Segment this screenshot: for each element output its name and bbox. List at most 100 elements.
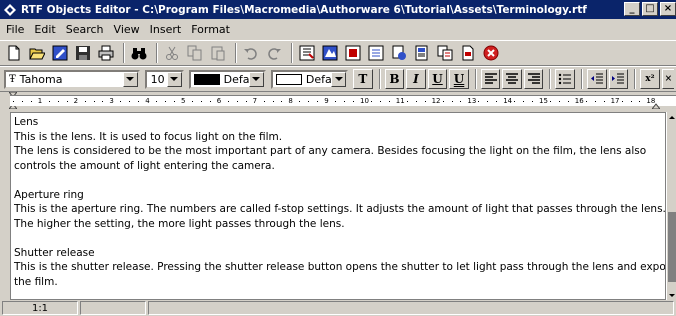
- vertical-scrollbar[interactable]: [666, 112, 676, 300]
- right-indent-marker[interactable]: [652, 103, 660, 109]
- subscript-button[interactable]: ×: [661, 69, 675, 89]
- insert-hotlink-button[interactable]: [389, 43, 409, 63]
- paragraph-line: The lens is considered to be the most im…: [14, 145, 647, 157]
- chevron-down-icon[interactable]: [166, 71, 182, 87]
- ruler-tick: [415, 101, 417, 102]
- rtf-editor-area[interactable]: Lens This is the lens. It is used to focu…: [10, 112, 666, 300]
- open-folder-button[interactable]: [27, 43, 47, 63]
- insert-expression-button[interactable]: [366, 43, 386, 63]
- paragraph-line: controls the amount of light entering th…: [14, 159, 275, 172]
- stop-button[interactable]: [481, 43, 501, 63]
- new-document-button[interactable]: [4, 43, 24, 63]
- ruler-tick: [639, 101, 641, 102]
- toolbar-separator: [123, 43, 125, 63]
- insert-field-button[interactable]: [297, 43, 317, 63]
- ruler-tick: [245, 101, 247, 102]
- cut-scissors-button[interactable]: [162, 43, 182, 63]
- menu-search[interactable]: Search: [62, 23, 110, 36]
- toolbar-separator: [235, 43, 237, 63]
- insert-object-button[interactable]: [343, 43, 363, 63]
- toolbar-separator: [378, 69, 381, 89]
- ruler-tick: [496, 101, 498, 102]
- chevron-down-icon[interactable]: [248, 71, 264, 87]
- increase-indent-button[interactable]: [608, 69, 629, 89]
- ruler-tick: [57, 101, 59, 102]
- ruler-number: 7: [252, 97, 258, 105]
- bold-button[interactable]: B: [384, 69, 405, 89]
- menu-edit[interactable]: Edit: [30, 23, 61, 36]
- insert-page-button[interactable]: [412, 43, 432, 63]
- ruler-tick: [191, 101, 193, 102]
- align-left-button[interactable]: [480, 69, 501, 89]
- ruler-tick: [48, 101, 50, 102]
- undo-button[interactable]: [241, 43, 261, 63]
- menu-bar: File Edit Search View Insert Format: [0, 19, 676, 39]
- insert-copy-button[interactable]: [435, 43, 455, 63]
- font-name-select[interactable]: Ŧ Tahoma: [4, 69, 140, 89]
- align-right-button[interactable]: [523, 69, 544, 89]
- scroll-up-icon[interactable]: [667, 112, 676, 122]
- ruler-tick: [66, 101, 68, 102]
- menu-file[interactable]: File: [2, 23, 30, 36]
- toolbar-separator: [549, 69, 552, 89]
- ruler-number: 15: [539, 97, 548, 105]
- ruler-track: 1 2 3 4 5 6 7 8 9 10 11 12 13 14 15 16 17 18: [10, 95, 676, 106]
- font-dialog-button[interactable]: T: [353, 69, 373, 89]
- ruler-number: 10: [360, 97, 369, 105]
- document-paragraph[interactable]: Shutter release This is the shutter relea…: [14, 246, 665, 290]
- underline-button[interactable]: U: [427, 69, 448, 89]
- toolbar-separator: [474, 69, 477, 89]
- align-center-button[interactable]: [502, 69, 522, 89]
- document-content[interactable]: Lens This is the lens. It is used to focu…: [11, 113, 665, 299]
- ruler-tick: [93, 101, 95, 102]
- scroll-down-icon[interactable]: [667, 290, 676, 300]
- paragraph-heading: Shutter release: [14, 246, 95, 259]
- ruler-tick: [138, 101, 140, 102]
- maximize-button[interactable]: □: [642, 2, 658, 16]
- superscript-button[interactable]: x²: [640, 69, 660, 89]
- italic-button[interactable]: I: [406, 69, 426, 89]
- format-toolbar: Ŧ Tahoma 10 Default Default T B I U U x²: [0, 66, 676, 92]
- scrollbar-thumb[interactable]: [668, 212, 676, 282]
- ruler-number: 6: [216, 97, 222, 105]
- ruler-tick: [388, 101, 390, 102]
- double-underline-button[interactable]: U: [449, 69, 469, 89]
- ruler-tick: [344, 101, 346, 102]
- paragraph-line: This is the lens. It is used to focus li…: [14, 130, 283, 143]
- menu-format[interactable]: Format: [187, 23, 236, 36]
- insert-picture-button[interactable]: [320, 43, 340, 63]
- paste-button[interactable]: [208, 43, 228, 63]
- bullets-button[interactable]: [555, 69, 575, 89]
- find-binoculars-button[interactable]: [129, 43, 149, 63]
- ruler-tick: [406, 101, 408, 102]
- document-paragraph[interactable]: Lens This is the lens. It is used to focu…: [14, 115, 662, 173]
- ruler[interactable]: 1 2 3 4 5 6 7 8 9 10 11 12 13 14 15 16 17 18: [0, 92, 676, 109]
- decrease-indent-button[interactable]: [587, 69, 607, 89]
- menu-insert[interactable]: Insert: [146, 23, 188, 36]
- open-rtf-button[interactable]: [50, 43, 70, 63]
- print-button[interactable]: [96, 43, 116, 63]
- insert-page-break-button[interactable]: [458, 43, 478, 63]
- document-paragraph[interactable]: Aperture ring This is the aperture ring. …: [14, 188, 665, 232]
- ruler-tick: [558, 101, 560, 102]
- text-color-swatch: [193, 73, 220, 85]
- truetype-icon: Ŧ: [9, 73, 16, 85]
- chevron-down-icon[interactable]: [122, 71, 138, 87]
- save-disk-button[interactable]: [73, 43, 93, 63]
- chevron-down-icon[interactable]: [331, 71, 347, 87]
- ruler-tick: [272, 101, 274, 102]
- minimize-button[interactable]: _: [624, 2, 640, 16]
- ruler-tick: [594, 101, 596, 102]
- ruler-tick: [281, 101, 283, 102]
- copy-button[interactable]: [185, 43, 205, 63]
- menu-view[interactable]: View: [110, 23, 146, 36]
- ruler-tick: [120, 101, 122, 102]
- background-color-select[interactable]: Default: [270, 69, 349, 89]
- font-size-select[interactable]: 10: [144, 69, 184, 89]
- ruler-number: 9: [324, 97, 329, 105]
- close-button[interactable]: ×: [660, 2, 676, 16]
- background-color-swatch: [275, 73, 302, 85]
- redo-button[interactable]: [264, 43, 284, 63]
- text-color-select[interactable]: Default: [188, 69, 266, 89]
- window-title: RTF Objects Editor - C:\Program Files\Ma…: [21, 3, 587, 16]
